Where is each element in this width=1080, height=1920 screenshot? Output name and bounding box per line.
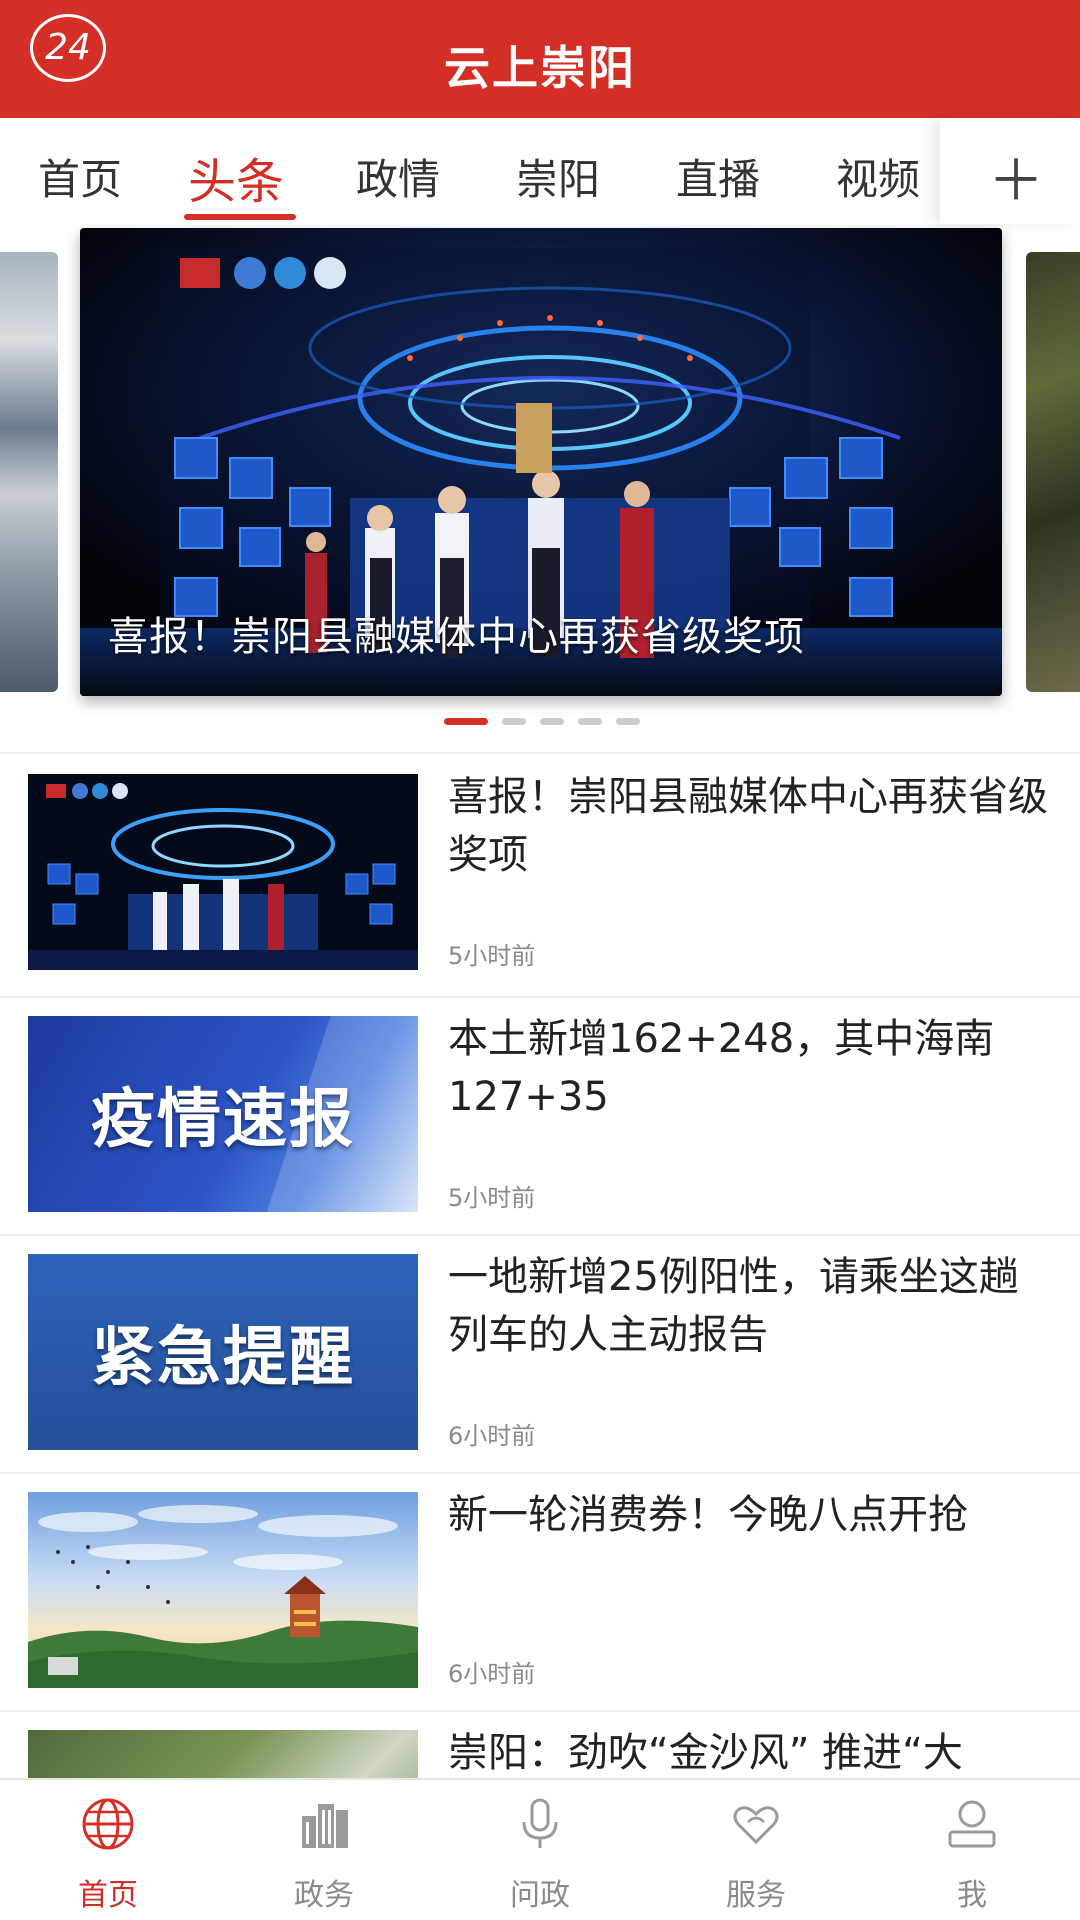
hearts-icon (733, 1806, 779, 1845)
channel-tabs: 首页 头条 政情 崇阳 直播 视频 ＋ (0, 118, 1080, 224)
tab-chongyang[interactable]: 崇阳 (516, 146, 600, 207)
news-item[interactable]: 新一轮消费券！今晚八点开抢 6小时前 (0, 1476, 1080, 1712)
divider (0, 996, 1080, 998)
news-thumbnail (28, 774, 418, 970)
news-title: 喜报！崇阳县融媒体中心再获省级奖项 (448, 774, 1048, 878)
divider (0, 1472, 1080, 1474)
bottom-navigation: 首页 政务 问政 服务 我 (0, 1778, 1080, 1920)
app-header: 24 云上崇阳 (0, 0, 1080, 118)
news-thumbnail (28, 1492, 418, 1688)
news-title: 崇阳：劲吹“金沙风” 推进“大 (448, 1730, 963, 1776)
nav-label: 问政 (510, 1878, 570, 1913)
carousel-prev-slide[interactable] (0, 252, 58, 692)
news-item[interactable]: 疫情速报 本土新增162+248，其中海南127+35 5小时前 (0, 1000, 1080, 1236)
nav-label: 政务 (294, 1878, 354, 1913)
carousel-dot[interactable] (616, 718, 640, 725)
active-tab-indicator (184, 214, 296, 220)
nav-government[interactable]: 政务 (216, 1780, 432, 1920)
nav-inquiry[interactable]: 问政 (432, 1780, 648, 1920)
news-title: 新一轮消费券！今晚八点开抢 (448, 1492, 968, 1538)
thumbnail-text: 紧急提醒 (91, 1321, 355, 1395)
carousel-dot[interactable] (578, 718, 602, 725)
tab-headlines[interactable]: 头条 (188, 142, 284, 212)
carousel-caption: 喜报！崇阳县融媒体中心再获省级奖项 (108, 614, 805, 660)
carousel-indicator (0, 718, 1080, 730)
nav-label: 首页 (78, 1878, 138, 1913)
tab-video[interactable]: 视频 (836, 146, 920, 207)
news-time: 6小时前 (448, 1422, 536, 1450)
tab-politics[interactable]: 政情 (356, 146, 440, 207)
carousel-dot-active[interactable] (444, 718, 488, 725)
carousel-dot[interactable] (502, 718, 526, 725)
app-title: 云上崇阳 (444, 41, 636, 95)
buildings-icon (302, 1804, 348, 1848)
tab-home[interactable]: 首页 (38, 146, 122, 207)
carousel-next-slide[interactable] (1026, 252, 1080, 692)
carousel-dot[interactable] (540, 718, 564, 725)
headline-carousel[interactable]: 喜报！崇阳县融媒体中心再获省级奖项 (0, 224, 1080, 754)
tab-live[interactable]: 直播 (676, 146, 760, 207)
nav-service[interactable]: 服务 (648, 1780, 864, 1920)
nav-label: 我 (957, 1878, 987, 1913)
news-time: 6小时前 (448, 1660, 536, 1688)
plus-icon: ＋ (988, 149, 1044, 214)
news-time: 5小时前 (448, 1184, 536, 1212)
news-thumbnail: 紧急提醒 (28, 1254, 418, 1450)
news-time: 5小时前 (448, 942, 536, 970)
divider (0, 1234, 1080, 1236)
nav-me[interactable]: 我 (864, 1780, 1080, 1920)
add-channel-button[interactable]: ＋ (940, 118, 1080, 224)
user-icon (948, 1800, 996, 1848)
news-title: 一地新增25例阳性，请乘坐这趟列车的人主动报告 (448, 1254, 1019, 1358)
globe-icon (82, 1798, 134, 1850)
news-item[interactable]: 喜报！崇阳县融媒体中心再获省级奖项 5小时前 (0, 758, 1080, 994)
divider (0, 752, 1080, 754)
news-title: 本土新增162+248，其中海南127+35 (448, 1016, 995, 1120)
news-item[interactable]: 紧急提醒 一地新增25例阳性，请乘坐这趟列车的人主动报告 6小时前 (0, 1238, 1080, 1474)
microphone-icon (522, 1798, 558, 1848)
nav-home[interactable]: 首页 (0, 1780, 216, 1920)
thumbnail-text: 疫情速报 (91, 1083, 355, 1157)
news-thumbnail: 疫情速报 (28, 1016, 418, 1212)
nav-label: 服务 (726, 1878, 786, 1913)
divider (0, 1710, 1080, 1712)
carousel-slide[interactable]: 喜报！崇阳县融媒体中心再获省级奖项 (80, 228, 1002, 696)
